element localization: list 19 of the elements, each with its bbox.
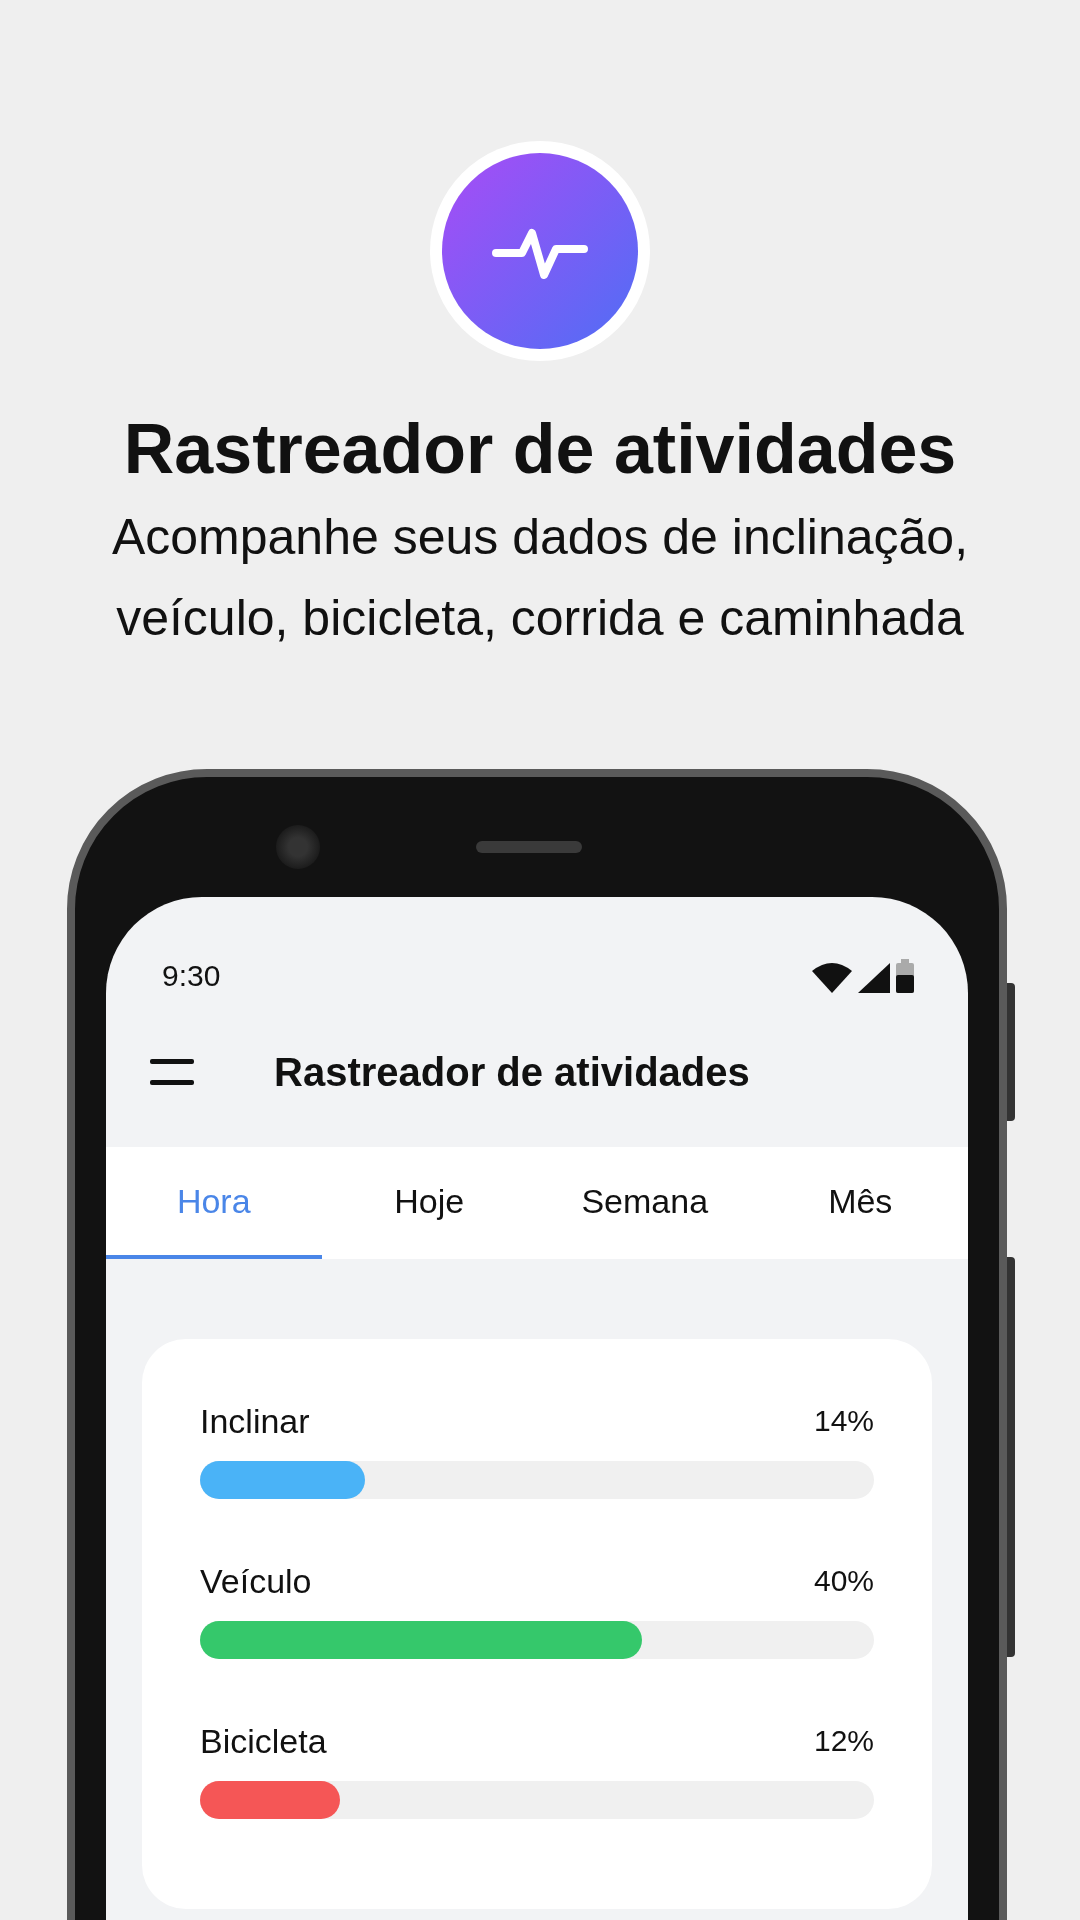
camera-icon [276, 825, 320, 869]
tab[interactable]: Semana [537, 1147, 753, 1259]
activity-percent: 40% [813, 1564, 874, 1598]
activity-label: Bicicleta [200, 1721, 327, 1761]
activity-label: Inclinar [200, 1401, 310, 1441]
activity-percent: 12% [813, 1724, 874, 1758]
menu-icon[interactable] [150, 1059, 194, 1085]
app-title: Rastreador de atividades [274, 1049, 750, 1095]
promo-title: Rastreador de atividades [123, 409, 957, 490]
promo-subtitle: Acompanhe seus dados de inclinação, veículo, bicicleta, corrida e caminhada [111, 508, 969, 648]
tab[interactable]: Hora [106, 1147, 322, 1259]
battery-icon [896, 959, 914, 993]
wifi-icon [812, 963, 852, 993]
status-time: 9:30 [162, 959, 221, 993]
tab[interactable]: Mês [752, 1147, 968, 1259]
tab[interactable]: Hoje [321, 1147, 537, 1259]
activity-percent: 14% [813, 1404, 874, 1438]
activity-label: Veículo [200, 1561, 312, 1601]
signal-icon [858, 963, 890, 993]
